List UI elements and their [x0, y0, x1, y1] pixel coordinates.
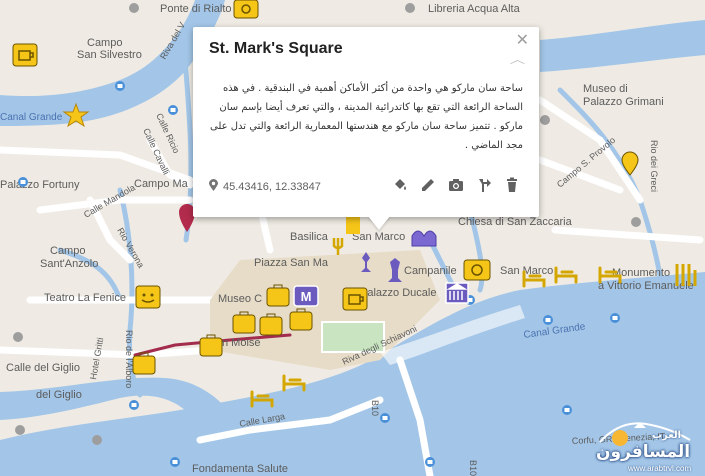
label-monumento-2: a Vittorio Emanuele	[598, 280, 694, 292]
label-museo-correr: Museo C	[218, 293, 262, 305]
label-museo-palazzo-grimani-1: Museo di	[583, 83, 628, 95]
label-museo-palazzo-grimani-2: Palazzo Grimani	[583, 96, 664, 108]
label-b10: B10	[370, 400, 380, 416]
label-b10-2: B10	[468, 460, 478, 476]
label-san-marco-2: San Marco	[500, 265, 553, 277]
card-pointer	[368, 216, 390, 230]
museum-marker-icon[interactable]: M	[293, 285, 319, 307]
label-campo-santanzolo-1: Campo	[50, 245, 85, 257]
label-campo-santanzolo-2: Sant'Anzolo	[40, 258, 98, 270]
camera-icon[interactable]	[445, 175, 467, 195]
trash-icon[interactable]	[501, 175, 523, 195]
theatre-marker-icon[interactable]	[135, 285, 161, 309]
label-campo-san-silvestro-1: Campo	[87, 37, 122, 49]
coordinates-row: 45.43416, 12.33847	[209, 179, 321, 194]
label-fondamenta: Fondamenta Salute	[192, 463, 288, 475]
watermark-subtext: العرب	[652, 430, 682, 441]
card-actions	[389, 175, 523, 195]
place-description: ساحة سان ماركو هي واحدة من أكثر الأماكن …	[209, 83, 523, 151]
label-palazzo-ducale: Palazzo Ducale	[360, 287, 436, 299]
watermark-logo: العرب المسافرون www.arabtrvl.com	[590, 418, 702, 474]
label-campo-manin: Campo Ma	[134, 178, 189, 190]
photo-marker-icon[interactable]	[233, 0, 259, 19]
label-libreria-acqua-alta: Libreria Acqua Alta	[428, 3, 521, 15]
close-icon[interactable]: ✕	[516, 33, 529, 49]
watermark-url: www.arabtrvl.com	[628, 464, 692, 473]
pencil-icon[interactable]	[417, 175, 439, 195]
place-title: St. Mark's Square	[209, 40, 343, 57]
coordinates-text: 45.43416, 12.33847	[223, 180, 321, 193]
label-piazza-san-marco: Piazza San Ma	[254, 257, 329, 269]
palazzo-ducale-marker-icon[interactable]	[445, 282, 469, 304]
watermark-text: المسافرون	[596, 442, 691, 462]
label-campo-giglio: del Giglio	[36, 389, 82, 401]
location-pin-icon	[209, 179, 218, 194]
place-info-card: St. Mark's Square ✕ ︿ ساحة سان ماركو هي …	[193, 27, 539, 217]
svg-text:M: M	[301, 289, 312, 304]
label-campo-san-silvestro-2: San Silvestro	[77, 49, 142, 61]
label-calle-giglio: Calle del Giglio	[6, 362, 80, 374]
label-chiesa-san-zaccaria: Chiesa di San Zaccaria	[458, 216, 573, 228]
label-palazzo-fortuny: Palazzo Fortuny	[0, 179, 80, 191]
label-campanile: Campanile	[404, 265, 457, 277]
label-teatro-la-fenice: Teatro La Fenice	[44, 292, 126, 304]
photo-marker-icon-2[interactable]	[463, 259, 491, 281]
cafe-marker-icon[interactable]	[12, 43, 38, 67]
label-canal-grande: Canal Grande	[0, 112, 63, 123]
label-rio-dei-greci: Rio dei Greci	[649, 140, 659, 192]
directions-icon[interactable]	[473, 175, 495, 195]
chevron-up-icon[interactable]: ︿	[510, 51, 525, 67]
cafe-marker-icon-2[interactable]	[342, 287, 368, 311]
label-basilica: Basilica	[290, 231, 329, 243]
label-san-moise: n Moisè	[222, 337, 261, 349]
paint-bucket-icon[interactable]	[389, 175, 411, 195]
label-ponte-di-rialto: Ponte di Rialto	[160, 3, 232, 15]
